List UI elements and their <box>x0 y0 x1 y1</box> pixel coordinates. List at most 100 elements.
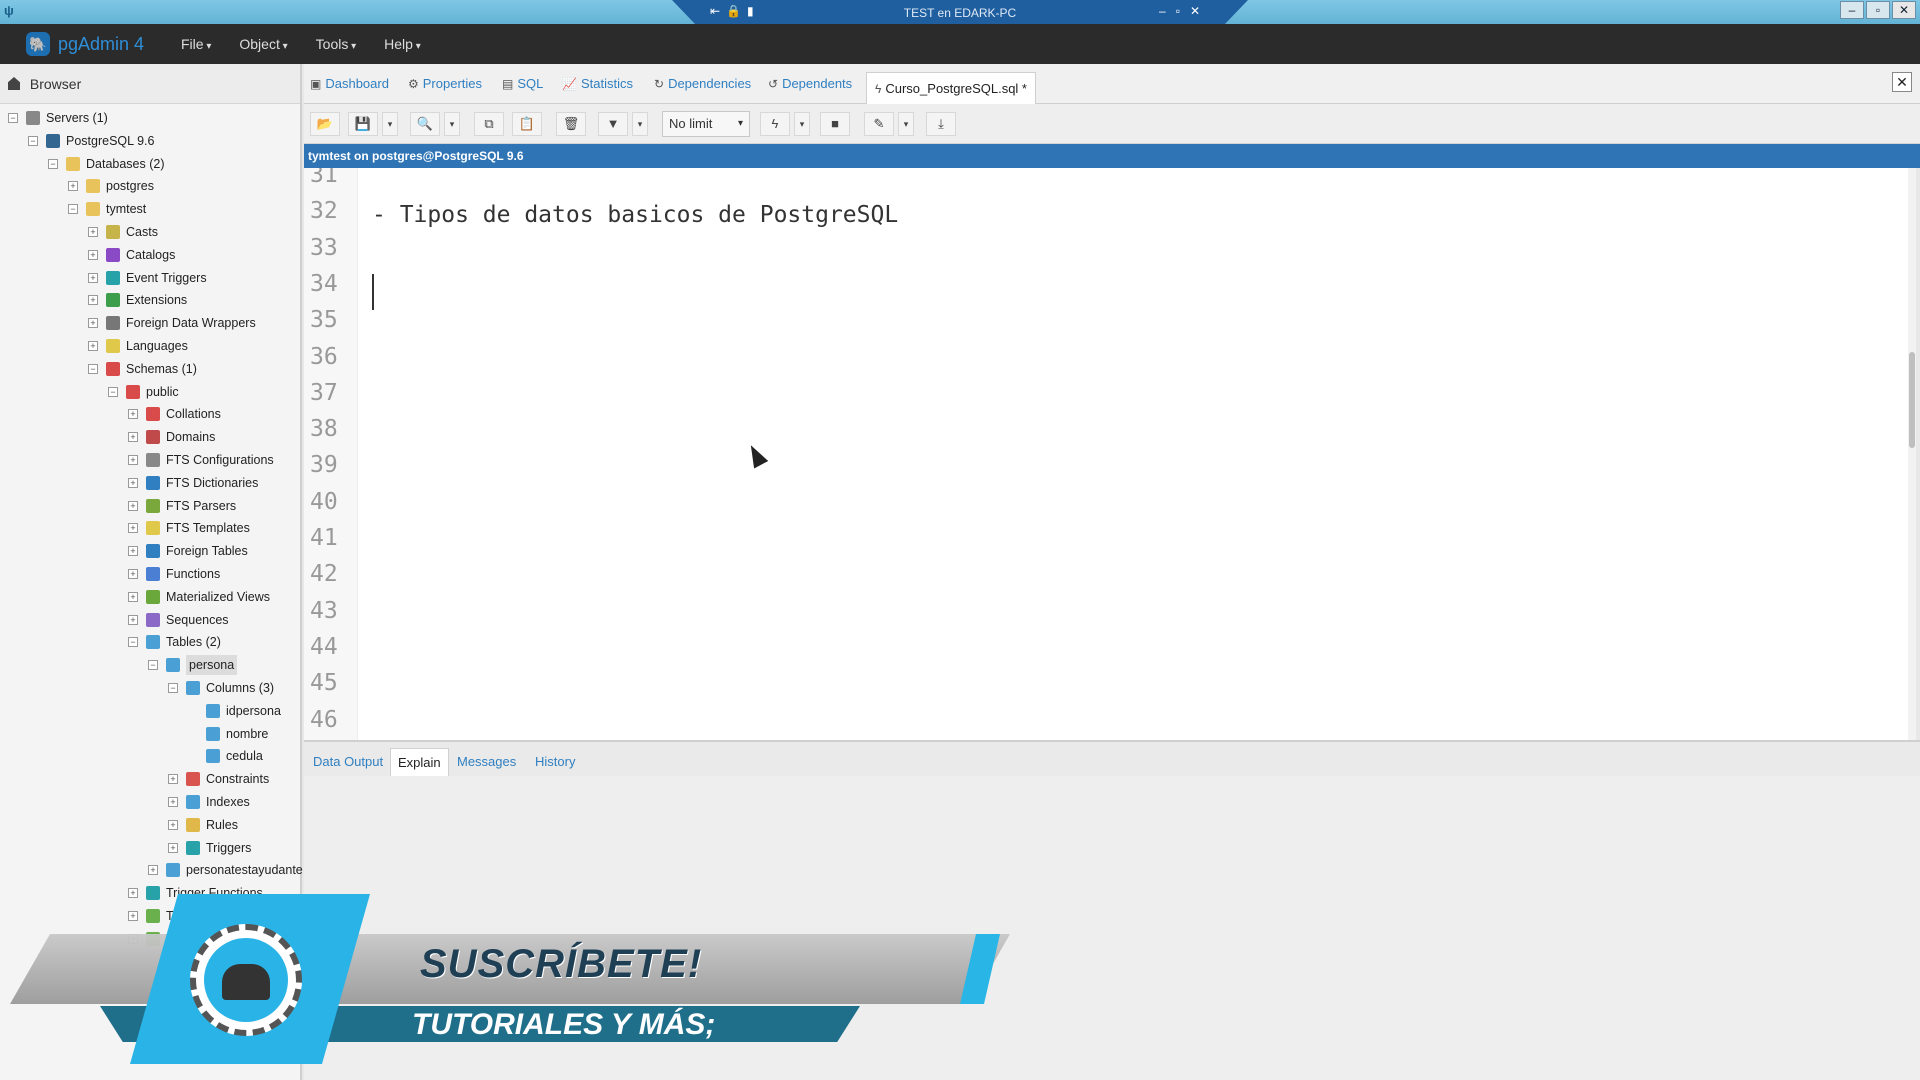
tab-statistics[interactable]: 📈 Statistics <box>562 76 633 91</box>
tab-dashboard[interactable]: ▣ Dashboard <box>310 76 389 91</box>
tree-node[interactable]: + FTS Configurations <box>128 450 274 470</box>
expand-icon[interactable]: + <box>168 774 178 785</box>
expand-icon[interactable]: + <box>128 409 138 420</box>
save-file-button[interactable]: 💾 <box>348 112 378 136</box>
collapse-icon[interactable]: − <box>48 158 58 169</box>
collapse-icon[interactable]: − <box>108 386 118 397</box>
menu-help[interactable]: Help <box>384 36 421 52</box>
tab-sql[interactable]: ▤ SQL <box>502 76 543 91</box>
tree-node[interactable]: + personatestayudante <box>148 860 303 880</box>
find-dropdown-button[interactable]: ▾ <box>444 112 460 136</box>
menu-object[interactable]: Object <box>239 36 287 52</box>
restore-button[interactable]: ▫ <box>1866 1 1890 19</box>
tree-node[interactable]: cedula <box>188 746 263 766</box>
collapse-icon[interactable]: − <box>128 637 138 648</box>
tree-node[interactable]: − Servers (1) <box>8 108 108 128</box>
delete-button[interactable]: 🗑 <box>556 112 586 136</box>
tree-node[interactable]: + Foreign Data Wrappers <box>88 313 256 333</box>
expand-icon[interactable]: + <box>88 227 98 237</box>
expand-icon[interactable]: + <box>88 318 98 329</box>
tree-node[interactable]: − public <box>108 382 179 402</box>
tree-node[interactable]: + Languages <box>88 336 188 356</box>
tree-node[interactable]: + Catalogs <box>88 245 175 265</box>
tab-dependencies[interactable]: ↻ Dependencies <box>654 76 751 91</box>
tree-node[interactable]: + Trigger Functions <box>128 883 263 903</box>
app-brand[interactable]: 🐘 pgAdmin 4 <box>26 32 144 56</box>
expand-icon[interactable]: + <box>88 341 98 351</box>
tree-node[interactable]: + Foreign Tables <box>128 541 248 561</box>
execute-button[interactable]: ϟ <box>760 112 790 136</box>
tree-node[interactable]: + FTS Parsers <box>128 496 236 516</box>
filter-button[interactable]: ▼ <box>598 112 628 136</box>
tree-node[interactable]: + Materialized Views <box>128 587 270 607</box>
tab-messages[interactable]: Messages <box>450 748 523 778</box>
save-dropdown-button[interactable]: ▾ <box>382 112 398 136</box>
download-button[interactable]: ⤓ <box>926 112 956 136</box>
edit-button[interactable]: ✎ <box>864 112 894 136</box>
close-button[interactable]: ✕ <box>1892 1 1916 19</box>
tree-node[interactable]: − Tables (2) <box>128 632 221 652</box>
filter-dropdown-button[interactable]: ▾ <box>632 112 648 136</box>
remote-controls-right[interactable]: –▫✕ <box>1159 4 1210 18</box>
tree-node[interactable]: + Rules <box>168 815 238 835</box>
expand-icon[interactable]: + <box>128 888 138 899</box>
tab-query-tool[interactable]: ϟ Curso_PostgreSQL.sql * <box>866 72 1036 104</box>
tab-properties[interactable]: ⚙ Properties <box>408 76 482 91</box>
code-line-32[interactable]: - Tipos de datos basicos de PostgreSQL <box>372 202 898 228</box>
collapse-icon[interactable]: − <box>168 683 178 693</box>
expand-icon[interactable]: + <box>128 432 138 443</box>
menu-tools[interactable]: Tools <box>316 36 357 52</box>
expand-icon[interactable]: + <box>128 614 138 625</box>
tree-node[interactable]: + Extensions <box>88 290 187 310</box>
expand-icon[interactable]: + <box>88 272 98 283</box>
tree-node[interactable]: + Views <box>128 929 199 949</box>
paste-button[interactable]: 📋 <box>512 112 542 136</box>
tree-node[interactable]: + Types <box>128 906 199 926</box>
expand-icon[interactable]: + <box>128 591 138 602</box>
expand-icon[interactable]: + <box>168 797 178 807</box>
row-limit-select[interactable]: No limit <box>662 111 750 137</box>
minimize-button[interactable]: – <box>1840 1 1864 19</box>
tree-node[interactable]: − PostgreSQL 9.6 <box>28 131 154 151</box>
tree-node[interactable]: + Indexes <box>168 792 250 812</box>
expand-icon[interactable]: + <box>148 865 158 876</box>
expand-icon[interactable]: + <box>88 249 98 260</box>
collapse-icon[interactable]: − <box>148 660 158 671</box>
tab-dependents[interactable]: ↺ Dependents <box>768 76 852 91</box>
stop-button[interactable]: ■ <box>820 112 850 136</box>
edit-dropdown-button[interactable]: ▾ <box>898 112 914 136</box>
execute-dropdown-button[interactable]: ▾ <box>794 112 810 136</box>
tree-node[interactable]: + Functions <box>128 564 220 584</box>
tab-data-output[interactable]: Data Output <box>306 748 390 778</box>
tree-node[interactable]: + Sequences <box>128 610 229 630</box>
tree-node[interactable]: + Collations <box>128 404 221 424</box>
tree-node[interactable]: + Event Triggers <box>88 268 207 288</box>
expand-icon[interactable]: + <box>68 181 78 192</box>
tab-explain[interactable]: Explain <box>390 748 449 778</box>
tree-node[interactable]: nombre <box>188 724 268 744</box>
tree-node[interactable]: − tymtest <box>68 199 146 219</box>
sql-editor[interactable]: 31 32 33 34 35 36 37 38 39 40 41 42 43 44 45 46 - Tipos… <box>304 168 1916 740</box>
expand-icon[interactable]: + <box>128 569 138 579</box>
collapse-icon[interactable]: − <box>8 113 18 123</box>
tree-node[interactable]: + FTS Dictionaries <box>128 473 258 493</box>
tree-node[interactable]: + FTS Templates <box>128 518 250 538</box>
expand-icon[interactable]: + <box>128 500 138 511</box>
expand-icon[interactable]: + <box>88 295 98 306</box>
expand-icon[interactable]: + <box>128 911 138 921</box>
expand-icon[interactable]: + <box>128 933 138 944</box>
expand-icon[interactable]: + <box>168 842 178 853</box>
collapse-icon[interactable]: − <box>28 135 38 146</box>
tab-history[interactable]: History <box>528 748 582 778</box>
close-panel-button[interactable]: ✕ <box>1892 72 1912 92</box>
tree-node[interactable]: − Columns (3) <box>168 678 274 698</box>
collapse-icon[interactable]: − <box>88 363 98 374</box>
tree-node[interactable]: + Constraints <box>168 769 269 789</box>
editor-scrollbar[interactable] <box>1908 168 1916 740</box>
scrollbar-thumb[interactable] <box>1909 352 1915 448</box>
tree-node[interactable]: idpersona <box>188 701 281 721</box>
copy-button[interactable]: ⧉ <box>474 112 504 136</box>
tree-node[interactable]: + Domains <box>128 427 215 447</box>
find-button[interactable]: 🔍 <box>410 112 440 136</box>
expand-icon[interactable]: + <box>128 477 138 488</box>
